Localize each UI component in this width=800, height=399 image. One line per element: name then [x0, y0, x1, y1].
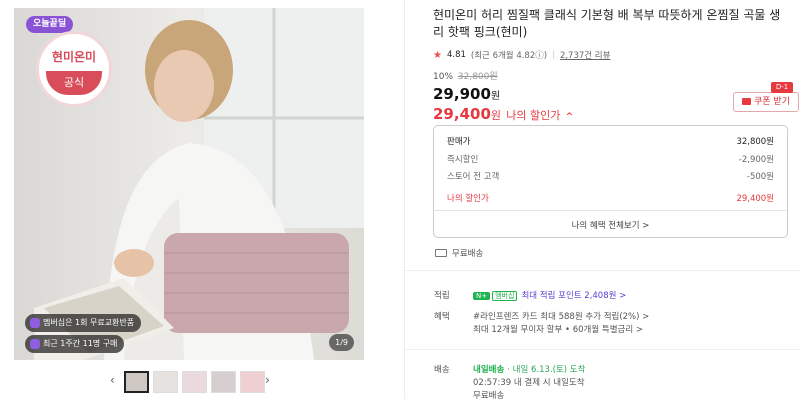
price-box-divider: [434, 210, 787, 211]
benefits-row: 혜택 #라인프렌즈 카드 최대 588원 추가 적립(2%) > 최대 12개월…: [434, 310, 774, 335]
max-points-link: 최대 적립 포인트 2,408원 >: [521, 291, 627, 301]
recent-purchase-pill: 최근 1주간 11명 구매: [25, 335, 125, 353]
purchase-icon: [30, 339, 40, 349]
price-line-store-value: -500원: [746, 172, 774, 182]
membership-exchange-text: 멤버십은 1회 무료교환반품: [43, 318, 135, 327]
tomorrow-delivery-badge: 내일배송: [473, 365, 505, 375]
original-price: 32,800원: [457, 72, 498, 82]
points-value[interactable]: N+ 멤버십 최대 적립 포인트 2,408원 >: [473, 289, 626, 301]
price-line-instant-value: -2,900원: [738, 155, 774, 165]
price-line-sale: 판매가 32,800원: [447, 135, 774, 147]
my-price-unit: 원: [490, 109, 502, 122]
price-line-sale-label: 판매가: [447, 137, 471, 147]
membership-icon: [30, 318, 40, 328]
free-shipping-text: 무료배송: [452, 249, 484, 259]
price-line-sale-value: 32,800원: [736, 137, 774, 147]
section-divider: [405, 270, 800, 271]
star-icon: ★: [433, 49, 442, 61]
sale-price-value: 29,900: [433, 85, 491, 103]
thumbnail-prev-arrow-icon[interactable]: ‹: [110, 373, 115, 387]
thumbnail-2[interactable]: [153, 371, 178, 393]
thumbnail-5[interactable]: [240, 371, 265, 393]
brand-stamp-logo: 현미온미 공식: [36, 31, 112, 107]
rating-recent[interactable]: (최근 6개월 4.82ⓘ): [471, 49, 547, 61]
price-line-instant-label: 즉시할인: [447, 155, 479, 165]
product-title: 현미온미 허리 찜질팩 클래식 기본형 배 복부 따뜻하게 온찜질 곡물 생리 …: [433, 8, 781, 39]
delivery-label: 배송: [434, 365, 450, 375]
truck-icon: [435, 249, 447, 257]
rating-separator: |: [552, 50, 555, 60]
brand-stamp-name: 현미온미: [51, 50, 97, 64]
coupon-icon: [742, 98, 751, 105]
rating-row: ★ 4.81 (최근 6개월 4.82ⓘ) | 2,737건 리뷰: [433, 49, 789, 62]
my-price-label: 나의 할인가: [506, 109, 561, 122]
all-benefits-link[interactable]: 나의 혜택 전체보기 >: [434, 219, 787, 231]
price-line-mine-value: 29,400원: [736, 194, 774, 204]
free-shipping-row: 무료배송: [435, 247, 483, 259]
points-label: 적립: [434, 291, 450, 301]
card-benefit-link[interactable]: #라인프렌즈 카드 최대 588원 추가 적립(2%) >: [473, 310, 649, 322]
thumbnail-4[interactable]: [211, 371, 236, 393]
delivery-row: 배송 내일배송 · 내일 6.13.(토) 도착 02:57:39 내 결제 시 …: [434, 363, 774, 399]
price-line-mine-label: 나의 할인가: [447, 194, 489, 204]
discount-percent: 10%: [433, 72, 454, 82]
price-line-store: 스토어 전 고객 -500원: [447, 170, 774, 182]
thumbnail-1[interactable]: [124, 371, 149, 393]
npay-plus-icon: N+: [473, 292, 491, 300]
installment-benefit-link[interactable]: 최대 12개월 무이자 할부 • 60개월 특별금리 >: [473, 323, 643, 335]
review-count-link[interactable]: 2,737건 리뷰: [560, 49, 611, 61]
delivery-date: · 내일 6.13.(토) 도착: [507, 365, 586, 375]
my-price-value: 29,400: [433, 105, 491, 123]
column-divider: [404, 0, 405, 399]
thumbnail-strip: [124, 370, 265, 394]
benefits-label: 혜택: [434, 312, 450, 322]
image-counter: 1/9: [329, 334, 354, 351]
points-row: 적립 N+ 멤버십 최대 적립 포인트 2,408원 >: [434, 289, 774, 301]
thumbnail-3[interactable]: [182, 371, 207, 393]
coupon-label: 쿠폰 받기: [754, 97, 790, 107]
thumbnail-next-arrow-icon[interactable]: ›: [265, 373, 270, 387]
coupon-dday-badge: D-1: [771, 82, 793, 93]
delivery-free-text: 무료배송: [473, 391, 505, 399]
recent-purchase-text: 최근 1주간 11명 구매: [43, 339, 118, 348]
membership-exchange-pill: 멤버십은 1회 무료교환반품: [25, 314, 142, 332]
price-line-instant: 즉시할인 -2,900원: [447, 153, 774, 165]
price-breakdown-box: 판매가 32,800원 즉시할인 -2,900원 스토어 전 고객 -500원 …: [433, 125, 788, 238]
price-line-store-label: 스토어 전 고객: [447, 172, 500, 182]
delivery-tomorrow-line: 내일배송 · 내일 6.13.(토) 도착: [473, 363, 585, 375]
coupon-download-button[interactable]: D-1 쿠폰 받기: [733, 82, 799, 112]
rating-score: 4.81: [446, 50, 466, 60]
sale-price-unit: 원: [490, 91, 501, 102]
original-price-row: 10% 32,800원: [433, 69, 789, 82]
section-divider-2: [405, 349, 800, 350]
product-image-gallery[interactable]: 오늘끝딜 현미온미 공식 멤버십은 1회 무료교환반품 최근 1주간 11명 구…: [14, 8, 364, 360]
membership-tag: 멤버십: [492, 291, 518, 301]
price-line-mine: 나의 할인가 29,400원: [447, 192, 774, 204]
chevron-up-icon: ^: [565, 112, 574, 122]
delivery-deadline: 02:57:39 내 결제 시 내일도착: [473, 378, 585, 388]
